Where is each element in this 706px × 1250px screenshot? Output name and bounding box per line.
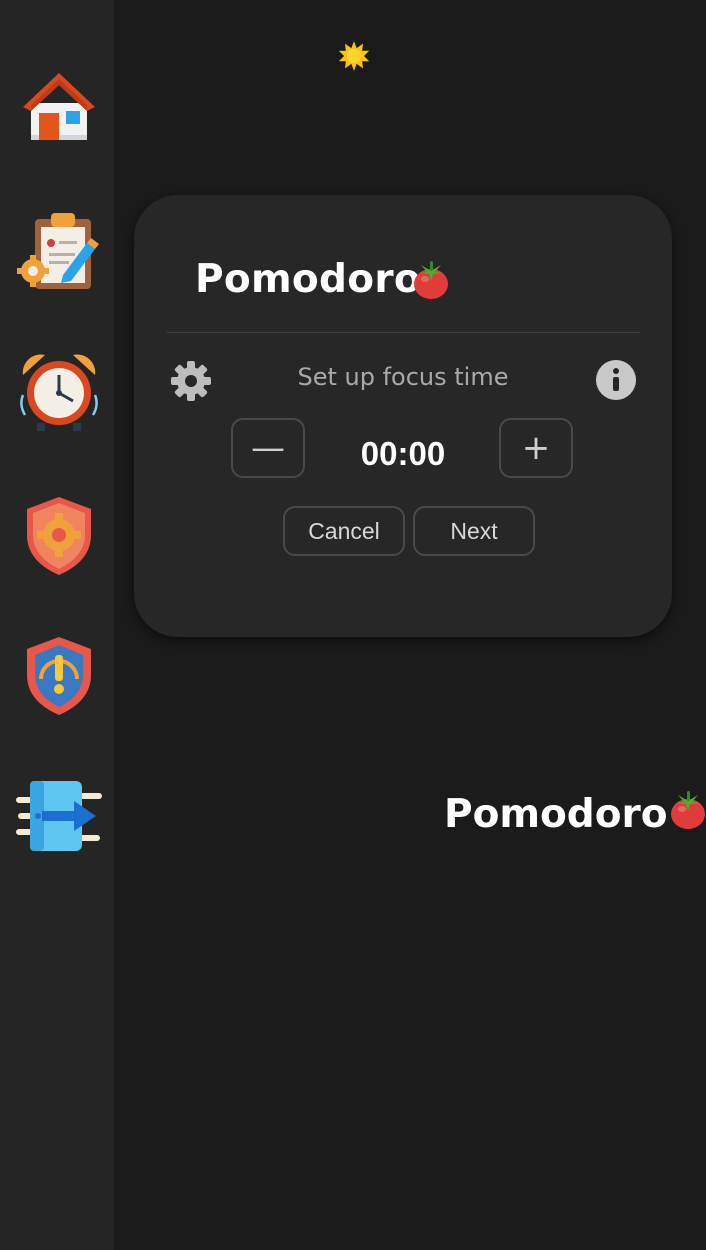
info-icon[interactable] — [596, 360, 636, 400]
next-button[interactable]: Next — [413, 506, 535, 556]
divider — [166, 332, 640, 333]
sidebar-item-home[interactable] — [16, 62, 102, 148]
tomato-icon — [414, 261, 448, 299]
sidebar — [0, 0, 114, 1250]
settings-shield-icon — [27, 497, 91, 575]
tomato-icon — [671, 791, 705, 829]
card-title: Pomodoro — [195, 257, 421, 302]
setup-focus-label: Set up focus time — [297, 363, 509, 391]
sidebar-item-timer[interactable] — [16, 348, 102, 434]
sidebar-item-alerts[interactable] — [16, 632, 102, 718]
sidebar-item-settings[interactable] — [16, 492, 102, 578]
tasks-clipboard-icon — [17, 213, 99, 289]
home-icon — [23, 73, 95, 140]
pomodoro-card: Pomodoro Set up focus time — 00:00 + Can… — [134, 195, 672, 637]
sidebar-item-tasks[interactable] — [16, 208, 102, 294]
theme-toggle[interactable] — [335, 36, 373, 76]
logout-icon — [16, 781, 102, 851]
gear-icon[interactable] — [169, 359, 213, 403]
sidebar-item-logout[interactable] — [16, 774, 102, 860]
warning-shield-icon — [27, 637, 91, 715]
alarm-clock-icon — [20, 354, 98, 431]
increment-button[interactable]: + — [499, 418, 573, 478]
sun-icon — [335, 36, 373, 76]
cancel-button[interactable]: Cancel — [283, 506, 405, 556]
decrement-button[interactable]: — — [231, 418, 305, 478]
footer-title: Pomodoro — [444, 792, 668, 837]
time-display: 00:00 — [360, 435, 446, 472]
